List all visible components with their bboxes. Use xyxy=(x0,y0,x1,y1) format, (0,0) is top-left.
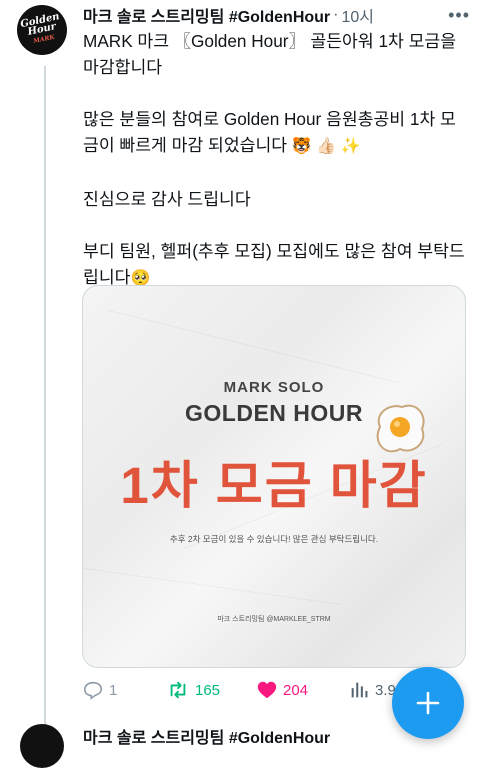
like-count: 204 xyxy=(283,681,309,699)
reply-icon xyxy=(83,681,103,700)
avatar-logo-sub: MARK xyxy=(32,33,56,45)
retweet-icon xyxy=(170,681,186,699)
tiger-thumbs-sparkles-emoji: 🐯 👍🏻 ✨ xyxy=(291,138,361,155)
like-button[interactable]: 204 xyxy=(256,679,348,701)
retweet-button[interactable]: 165 xyxy=(166,679,256,701)
tweet-line-4: 부디 팀원, 헬퍼(추후 모집) 모집에도 많은 참여 부탁드립니다🥺 xyxy=(83,238,468,292)
image-subtext: 추후 2차 모금이 있을 수 있습니다! 많은 관심 부탁드립니다. xyxy=(169,534,379,544)
avatar-logo-text: Golden Hour xyxy=(19,11,61,38)
next-tweet-avatar[interactable] xyxy=(20,724,64,768)
plus-icon xyxy=(416,691,440,715)
reply-count: 1 xyxy=(109,681,118,699)
paper-crease xyxy=(107,309,399,384)
reply-button[interactable]: 1 xyxy=(82,679,166,701)
paper-crease xyxy=(84,567,342,606)
image-title-small: MARK SOLO xyxy=(223,379,325,396)
separator-dot: · xyxy=(333,6,339,23)
tweet-line-1: MARK 마크 〖Golden Hour〗 골든아워 1차 모금을 마감합니다 xyxy=(83,31,457,77)
image-credit: 마크 스트리밍팀 @MARKLEE_STRM xyxy=(217,616,331,623)
timestamp[interactable]: 10시 xyxy=(341,3,374,27)
heart-icon xyxy=(257,681,277,699)
tweet-image[interactable]: MARK SOLO GOLDEN HOUR 1차 모금 마감 추후 2차 모금이… xyxy=(82,285,466,668)
more-options-icon[interactable]: ••• xyxy=(448,5,470,26)
tweet-text: MARK 마크 〖Golden Hour〗 골든아워 1차 모금을 마감합니다 … xyxy=(83,28,468,292)
tweet-line-2: 많은 분들의 참여로 Golden Hour 음원총공비 1차 모금이 빠르게 … xyxy=(83,106,468,160)
tweet-line-3: 진심으로 감사 드립니다 xyxy=(83,189,251,209)
tweet-line-2-text: 많은 분들의 참여로 Golden Hour 음원총공비 1차 모금이 빠르게 … xyxy=(83,109,456,155)
tweet-header: 마크 솔로 스트리밍팀 #GoldenHour · 10시 ••• xyxy=(83,3,470,27)
next-tweet-author[interactable]: 마크 솔로 스트리밍팀 #GoldenHour xyxy=(83,724,330,748)
views-chart-icon xyxy=(351,682,368,698)
compose-tweet-button[interactable] xyxy=(392,667,464,739)
retweet-count: 165 xyxy=(195,681,221,699)
views-button[interactable]: 3.9 xyxy=(348,679,396,701)
image-headline: 1차 모금 마감 xyxy=(120,457,428,514)
avatar[interactable]: Golden Hour MARK xyxy=(17,5,67,55)
thread-line xyxy=(44,66,46,726)
author-name[interactable]: 마크 솔로 스트리밍팀 #GoldenHour xyxy=(83,3,330,27)
